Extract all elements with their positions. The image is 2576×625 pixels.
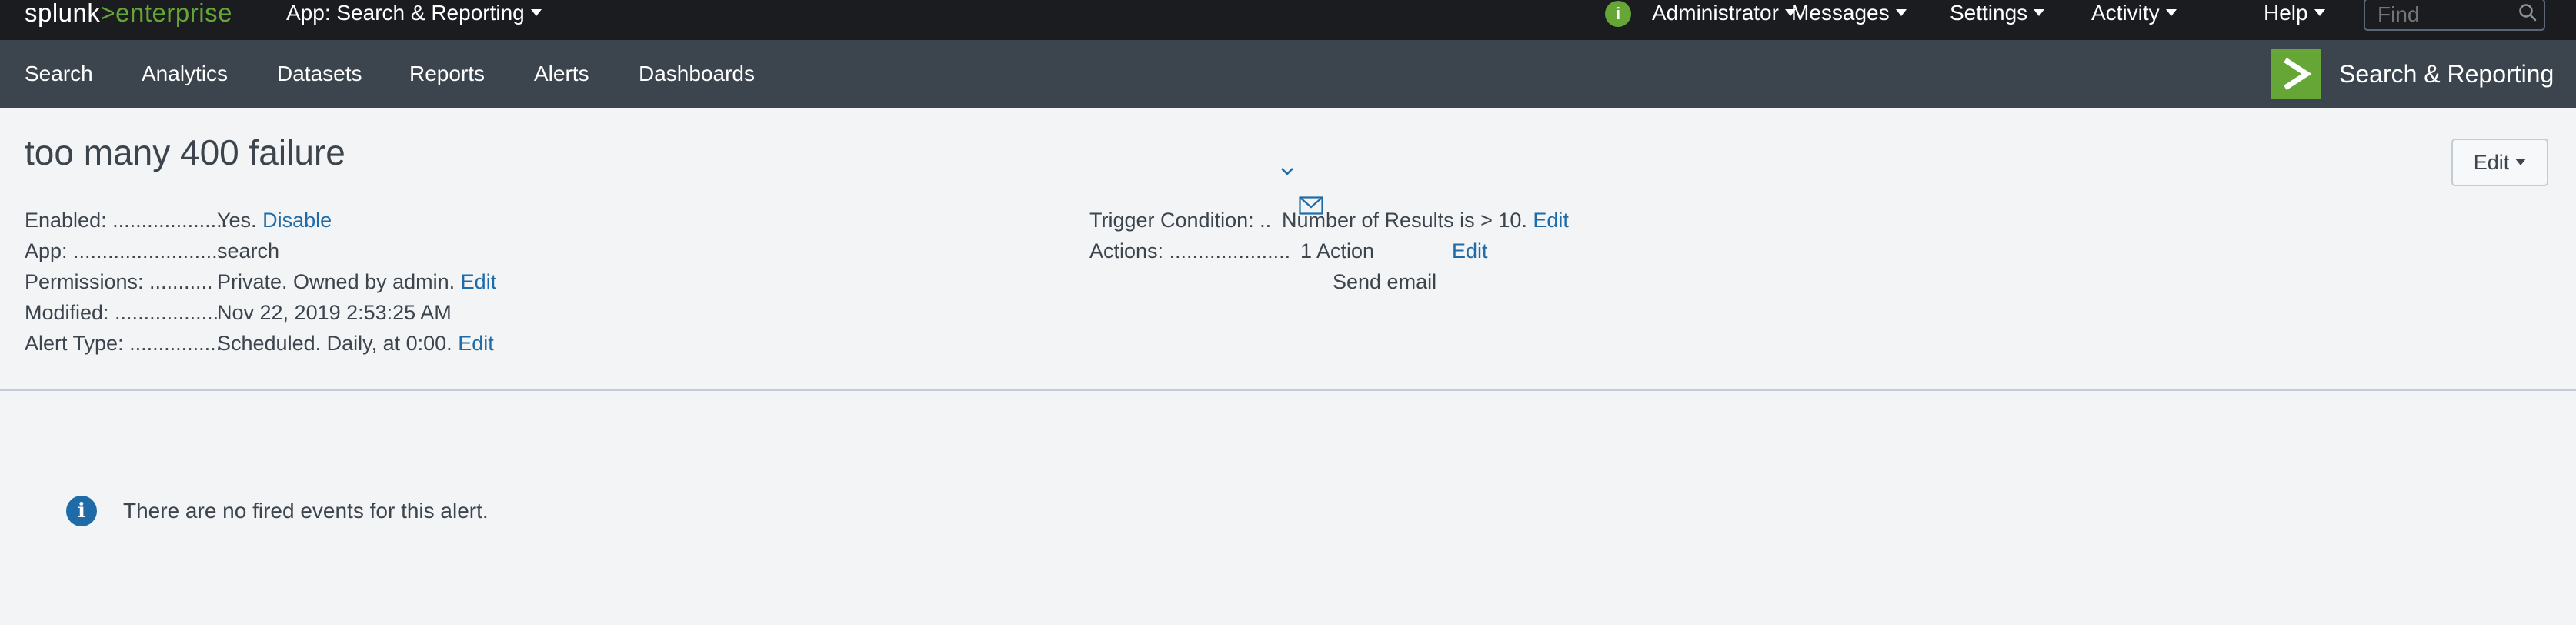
alert-type-label: Alert Type: ................ <box>25 332 222 355</box>
caret-down-icon <box>2034 9 2045 17</box>
menu-administrator-label: Administrator <box>1652 1 1779 25</box>
menu-administrator[interactable]: Administrator <box>1652 0 1796 26</box>
menu-settings-label: Settings <box>1950 1 2028 25</box>
nav-analytics[interactable]: Analytics <box>142 40 228 108</box>
app-title: Search & Reporting <box>2339 60 2554 88</box>
menu-messages[interactable]: Messages <box>1791 0 1907 26</box>
logo-product-text: enterprise <box>115 0 232 27</box>
trigger-condition-label: Trigger Condition: .. <box>1089 209 1272 232</box>
modified-value: Nov 22, 2019 2:53:25 AM <box>217 301 452 324</box>
nav-dashboards[interactable]: Dashboards <box>639 40 755 108</box>
top-bar: splunk>enterprise App: Search & Reportin… <box>0 0 2576 40</box>
alert-details: too many 400 failure Edit Enabled: .....… <box>0 108 2576 625</box>
menu-settings[interactable]: Settings <box>1950 0 2045 26</box>
enabled-value-text: Yes. <box>217 209 257 232</box>
app-bar: Search Analytics Datasets Reports Alerts… <box>0 40 2576 108</box>
app-logo-icon <box>2271 49 2321 99</box>
menu-activity-label: Activity <box>2091 1 2160 25</box>
caret-down-icon <box>530 9 542 17</box>
alert-type-value: Scheduled. Daily, at 0:00. Edit <box>217 328 494 359</box>
enabled-label: Enabled: .................... <box>25 209 229 232</box>
trigger-condition-value: Number of Results is > 10. Edit <box>1282 205 1569 236</box>
caret-down-icon <box>2314 9 2325 17</box>
nav-reports[interactable]: Reports <box>409 40 485 108</box>
actions-count[interactable]: 1 Action <box>1300 236 1374 266</box>
health-status-icon[interactable]: i <box>1605 1 1631 27</box>
trigger-edit-link[interactable]: Edit <box>1533 209 1569 232</box>
actions-label: Actions: ..................... <box>1089 239 1291 262</box>
permissions-value-text: Private. Owned by admin. <box>217 270 455 293</box>
caret-down-icon <box>2515 159 2527 166</box>
page-title: too many 400 failure <box>25 132 345 172</box>
splunk-logo[interactable]: splunk>enterprise <box>25 0 232 26</box>
permissions-value: Private. Owned by admin. Edit <box>217 266 496 297</box>
actions-edit-link[interactable]: Edit <box>1452 236 1488 266</box>
disable-link[interactable]: Disable <box>262 209 332 232</box>
info-icon: i <box>66 496 97 526</box>
nav-search[interactable]: Search <box>25 40 93 108</box>
app-label: App: .......................... <box>25 239 224 262</box>
action-send-email: Send email <box>1333 270 1437 293</box>
empty-state-message: There are no fired events for this alert… <box>123 499 489 523</box>
chevron-down-icon[interactable] <box>1279 163 1296 180</box>
modified-label: Modified: .................. <box>25 301 219 324</box>
app-menu-label: App: Search & Reporting <box>286 1 525 25</box>
app-value: search <box>217 239 280 262</box>
menu-activity[interactable]: Activity <box>2091 0 2177 26</box>
permissions-label: Permissions: ........... <box>25 270 213 293</box>
caret-down-icon <box>1895 9 1907 17</box>
menu-help[interactable]: Help <box>2264 0 2325 26</box>
edit-button-label: Edit <box>2473 151 2510 174</box>
logo-main-text: splunk <box>25 0 101 27</box>
app-menu[interactable]: App: Search & Reporting <box>286 0 542 26</box>
alert-type-value-text: Scheduled. Daily, at 0:00. <box>217 332 452 355</box>
section-divider <box>0 389 2576 391</box>
nav-datasets[interactable]: Datasets <box>277 40 362 108</box>
menu-help-label: Help <box>2264 1 2308 25</box>
menu-messages-label: Messages <box>1791 1 1890 25</box>
logo-gt-text: > <box>100 0 116 27</box>
caret-down-icon <box>2165 9 2177 17</box>
permissions-edit-link[interactable]: Edit <box>461 270 497 293</box>
edit-menu-button[interactable]: Edit <box>2451 139 2548 186</box>
search-icon[interactable] <box>2518 2 2538 22</box>
email-icon <box>1299 196 1323 215</box>
enabled-value: Yes. Disable <box>217 205 332 236</box>
alert-type-edit-link[interactable]: Edit <box>458 332 494 355</box>
nav-alerts[interactable]: Alerts <box>534 40 589 108</box>
